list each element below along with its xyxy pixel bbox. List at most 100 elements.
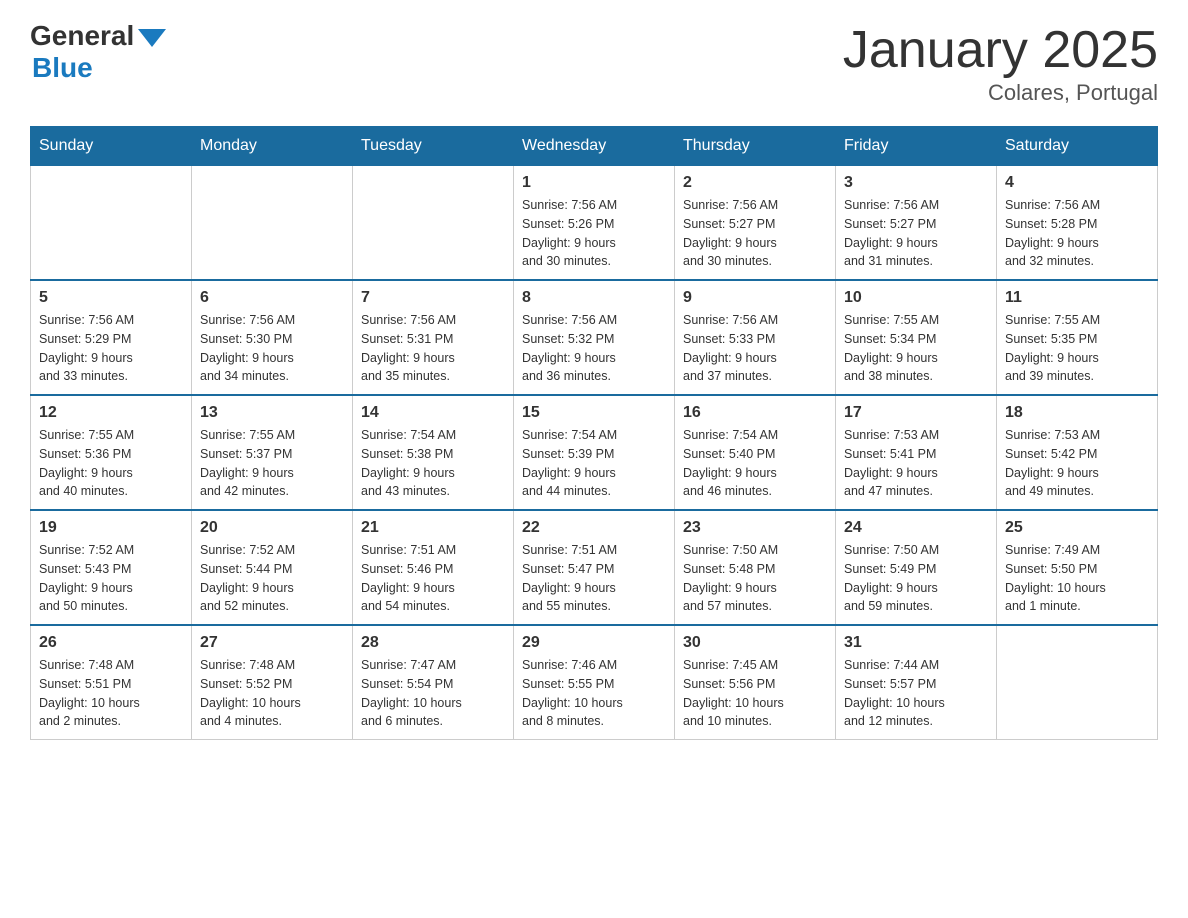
- day-number: 28: [361, 634, 505, 652]
- day-info: Sunrise: 7:51 AMSunset: 5:47 PMDaylight:…: [522, 541, 666, 616]
- day-number: 26: [39, 634, 183, 652]
- day-info: Sunrise: 7:45 AMSunset: 5:56 PMDaylight:…: [683, 656, 827, 731]
- calendar-cell: 20 Sunrise: 7:52 AMSunset: 5:44 PMDayligh…: [192, 510, 353, 625]
- calendar-week-row: 12 Sunrise: 7:55 AMSunset: 5:36 PMDayligh…: [31, 395, 1158, 510]
- day-info: Sunrise: 7:56 AMSunset: 5:26 PMDaylight:…: [522, 196, 666, 271]
- day-info: Sunrise: 7:56 AMSunset: 5:27 PMDaylight:…: [683, 196, 827, 271]
- day-number: 18: [1005, 404, 1149, 422]
- day-info: Sunrise: 7:48 AMSunset: 5:51 PMDaylight:…: [39, 656, 183, 731]
- day-number: 29: [522, 634, 666, 652]
- day-info: Sunrise: 7:51 AMSunset: 5:46 PMDaylight:…: [361, 541, 505, 616]
- logo-general-text: General: [30, 20, 134, 52]
- day-info: Sunrise: 7:53 AMSunset: 5:42 PMDaylight:…: [1005, 426, 1149, 501]
- calendar-week-row: 19 Sunrise: 7:52 AMSunset: 5:43 PMDayligh…: [31, 510, 1158, 625]
- page-header: General Blue January 2025 Colares, Portu…: [30, 20, 1158, 106]
- calendar-cell: [997, 625, 1158, 740]
- day-info: Sunrise: 7:56 AMSunset: 5:33 PMDaylight:…: [683, 311, 827, 386]
- calendar-cell: 23Sunrise: 7:50 AMSunset: 5:48 PMDayligh…: [675, 510, 836, 625]
- column-header-sunday: Sunday: [31, 127, 192, 166]
- calendar-cell: 9Sunrise: 7:56 AMSunset: 5:33 PMDaylight…: [675, 280, 836, 395]
- day-number: 19: [39, 519, 183, 537]
- calendar-title: January 2025: [843, 20, 1158, 80]
- day-number: 1: [522, 174, 666, 192]
- calendar-cell: 31 Sunrise: 7:44 AMSunset: 5:57 PMDayligh…: [836, 625, 997, 740]
- calendar-cell: 26 Sunrise: 7:48 AMSunset: 5:51 PMDayligh…: [31, 625, 192, 740]
- day-number: 10: [844, 289, 988, 307]
- day-info: Sunrise: 7:44 AMSunset: 5:57 PMDaylight:…: [844, 656, 988, 731]
- day-number: 12: [39, 404, 183, 422]
- day-number: 14: [361, 404, 505, 422]
- day-number: 3: [844, 174, 988, 192]
- calendar-cell: 4 Sunrise: 7:56 AMSunset: 5:28 PMDaylight…: [997, 166, 1158, 281]
- day-info: Sunrise: 7:55 AMSunset: 5:34 PMDaylight:…: [844, 311, 988, 386]
- calendar-cell: 2Sunrise: 7:56 AMSunset: 5:27 PMDaylight…: [675, 166, 836, 281]
- calendar-cell: 13 Sunrise: 7:55 AMSunset: 5:37 PMDayligh…: [192, 395, 353, 510]
- calendar-cell: 25Sunrise: 7:49 AMSunset: 5:50 PMDayligh…: [997, 510, 1158, 625]
- day-info: Sunrise: 7:56 AMSunset: 5:29 PMDaylight:…: [39, 311, 183, 386]
- calendar-cell: 28 Sunrise: 7:47 AMSunset: 5:54 PMDayligh…: [353, 625, 514, 740]
- logo-arrow-icon: [138, 29, 166, 47]
- calendar-week-row: 26 Sunrise: 7:48 AMSunset: 5:51 PMDayligh…: [31, 625, 1158, 740]
- day-info: Sunrise: 7:55 AMSunset: 5:37 PMDaylight:…: [200, 426, 344, 501]
- day-info: Sunrise: 7:50 AMSunset: 5:48 PMDaylight:…: [683, 541, 827, 616]
- day-number: 20: [200, 519, 344, 537]
- logo: General Blue: [30, 20, 166, 84]
- day-number: 30: [683, 634, 827, 652]
- calendar-cell: 22Sunrise: 7:51 AMSunset: 5:47 PMDayligh…: [514, 510, 675, 625]
- day-info: Sunrise: 7:54 AMSunset: 5:39 PMDaylight:…: [522, 426, 666, 501]
- calendar-cell: [31, 166, 192, 281]
- day-info: Sunrise: 7:56 AMSunset: 5:30 PMDaylight:…: [200, 311, 344, 386]
- day-info: Sunrise: 7:52 AMSunset: 5:43 PMDaylight:…: [39, 541, 183, 616]
- calendar-cell: 18 Sunrise: 7:53 AMSunset: 5:42 PMDayligh…: [997, 395, 1158, 510]
- calendar-week-row: 5Sunrise: 7:56 AMSunset: 5:29 PMDaylight…: [31, 280, 1158, 395]
- calendar-subtitle: Colares, Portugal: [843, 80, 1158, 106]
- day-number: 31: [844, 634, 988, 652]
- day-info: Sunrise: 7:46 AMSunset: 5:55 PMDaylight:…: [522, 656, 666, 731]
- calendar-week-row: 1 Sunrise: 7:56 AMSunset: 5:26 PMDaylight…: [31, 166, 1158, 281]
- calendar-cell: 7 Sunrise: 7:56 AMSunset: 5:31 PMDaylight…: [353, 280, 514, 395]
- day-info: Sunrise: 7:55 AMSunset: 5:36 PMDaylight:…: [39, 426, 183, 501]
- column-header-wednesday: Wednesday: [514, 127, 675, 166]
- day-info: Sunrise: 7:56 AMSunset: 5:28 PMDaylight:…: [1005, 196, 1149, 271]
- calendar-cell: 6Sunrise: 7:56 AMSunset: 5:30 PMDaylight…: [192, 280, 353, 395]
- day-number: 4: [1005, 174, 1149, 192]
- day-number: 11: [1005, 289, 1149, 307]
- day-info: Sunrise: 7:53 AMSunset: 5:41 PMDaylight:…: [844, 426, 988, 501]
- day-info: Sunrise: 7:54 AMSunset: 5:38 PMDaylight:…: [361, 426, 505, 501]
- calendar-cell: 14 Sunrise: 7:54 AMSunset: 5:38 PMDayligh…: [353, 395, 514, 510]
- column-header-friday: Friday: [836, 127, 997, 166]
- column-header-thursday: Thursday: [675, 127, 836, 166]
- calendar-cell: 29 Sunrise: 7:46 AMSunset: 5:55 PMDayligh…: [514, 625, 675, 740]
- day-number: 7: [361, 289, 505, 307]
- day-info: Sunrise: 7:56 AMSunset: 5:27 PMDaylight:…: [844, 196, 988, 271]
- day-number: 13: [200, 404, 344, 422]
- calendar-cell: 5Sunrise: 7:56 AMSunset: 5:29 PMDaylight…: [31, 280, 192, 395]
- logo-blue-text: Blue: [32, 52, 93, 84]
- day-info: Sunrise: 7:49 AMSunset: 5:50 PMDaylight:…: [1005, 541, 1149, 616]
- calendar-cell: [192, 166, 353, 281]
- calendar-cell: 27Sunrise: 7:48 AMSunset: 5:52 PMDayligh…: [192, 625, 353, 740]
- day-number: 16: [683, 404, 827, 422]
- day-number: 17: [844, 404, 988, 422]
- calendar-cell: 11Sunrise: 7:55 AMSunset: 5:35 PMDayligh…: [997, 280, 1158, 395]
- day-info: Sunrise: 7:52 AMSunset: 5:44 PMDaylight:…: [200, 541, 344, 616]
- day-number: 21: [361, 519, 505, 537]
- day-info: Sunrise: 7:56 AMSunset: 5:31 PMDaylight:…: [361, 311, 505, 386]
- calendar-cell: 21 Sunrise: 7:51 AMSunset: 5:46 PMDayligh…: [353, 510, 514, 625]
- calendar-cell: 15 Sunrise: 7:54 AMSunset: 5:39 PMDayligh…: [514, 395, 675, 510]
- day-info: Sunrise: 7:47 AMSunset: 5:54 PMDaylight:…: [361, 656, 505, 731]
- calendar-cell: 24Sunrise: 7:50 AMSunset: 5:49 PMDayligh…: [836, 510, 997, 625]
- column-header-monday: Monday: [192, 127, 353, 166]
- calendar-cell: 12 Sunrise: 7:55 AMSunset: 5:36 PMDayligh…: [31, 395, 192, 510]
- calendar-cell: 10 Sunrise: 7:55 AMSunset: 5:34 PMDayligh…: [836, 280, 997, 395]
- calendar-cell: 30 Sunrise: 7:45 AMSunset: 5:56 PMDayligh…: [675, 625, 836, 740]
- calendar-cell: 17 Sunrise: 7:53 AMSunset: 5:41 PMDayligh…: [836, 395, 997, 510]
- calendar-cell: [353, 166, 514, 281]
- day-number: 15: [522, 404, 666, 422]
- calendar-cell: 19 Sunrise: 7:52 AMSunset: 5:43 PMDayligh…: [31, 510, 192, 625]
- calendar-table: SundayMondayTuesdayWednesdayThursdayFrid…: [30, 126, 1158, 740]
- day-info: Sunrise: 7:56 AMSunset: 5:32 PMDaylight:…: [522, 311, 666, 386]
- day-info: Sunrise: 7:48 AMSunset: 5:52 PMDaylight:…: [200, 656, 344, 731]
- column-header-saturday: Saturday: [997, 127, 1158, 166]
- column-header-tuesday: Tuesday: [353, 127, 514, 166]
